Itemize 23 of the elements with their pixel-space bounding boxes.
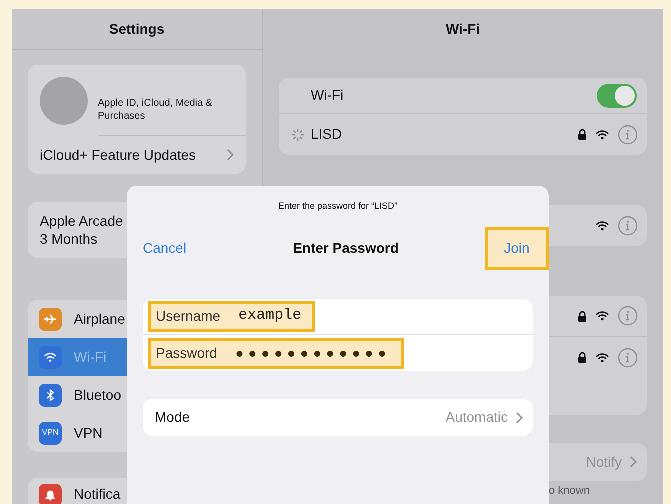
field-label: Password <box>156 344 218 362</box>
detail-title: Wi-Fi <box>446 20 480 39</box>
sidebar-item-label: Bluetoo <box>74 386 122 404</box>
field-value: example <box>238 306 302 326</box>
vpn-icon: VPN <box>39 422 62 444</box>
mode-value: Automatic <box>446 408 508 427</box>
sidebar-item-label: Airplane <box>74 310 126 329</box>
arcade-title: Apple Arcade <box>40 212 124 230</box>
notify-value: Notify <box>586 452 622 472</box>
dialog-title: Enter Password <box>293 239 399 258</box>
profile-subtitle: Apple ID, iCloud, Media & Purchases <box>98 97 214 124</box>
dialog-prompt: Enter the password for “LISD” <box>278 201 398 211</box>
sidebar-title: Settings <box>109 20 165 39</box>
network-name: LISD <box>311 125 344 144</box>
wifi-label: Wi-Fi <box>311 86 344 105</box>
feature-updates-label: iCloud+ Feature Updates <box>40 146 196 165</box>
field-label: Username <box>156 307 221 326</box>
footer-text: o known <box>549 484 591 499</box>
sidebar-item-label: Notifica <box>74 485 121 504</box>
mode-label: Mode <box>155 408 190 427</box>
sidebar-item-label: Wi-Fi <box>74 348 107 366</box>
sidebar-item-label: VPN <box>74 424 103 442</box>
password-dots: ●●●●●●●●●●●● <box>235 344 391 362</box>
